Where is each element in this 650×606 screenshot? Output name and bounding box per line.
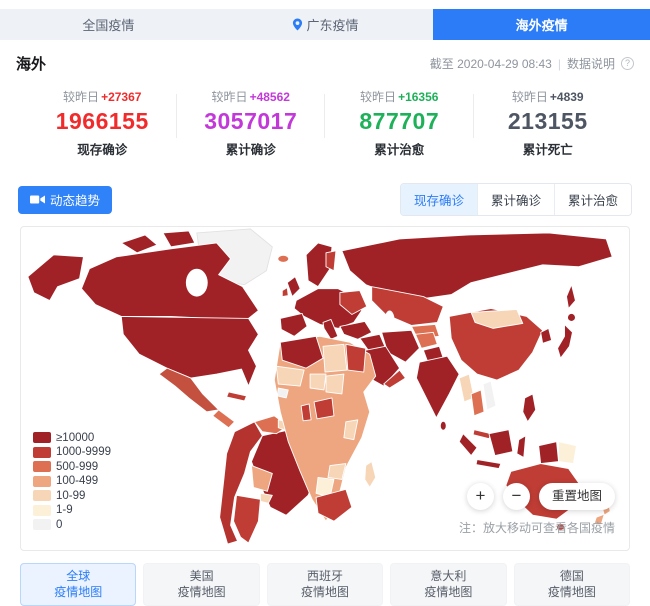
map-tab-line1: 全球 [21,568,135,584]
map-note: 注：放大移动可查看各国疫情 [459,519,615,536]
map-legend: ≥10000 1000-9999 500-999 100-499 10-99 1… [33,431,111,533]
map-tab-global[interactable]: 全球 疫情地图 [20,563,136,606]
stat-value: 3057017 [177,108,326,135]
meta-separator: | [558,57,561,71]
delta-value: +48562 [250,90,290,104]
map-tab-usa[interactable]: 美国 疫情地图 [143,563,259,606]
map-tab-line2: 疫情地图 [21,584,135,600]
stat-card-total-cured: 较昨日+16356 877707 累计治愈 [325,86,474,162]
map-tab-line1: 意大利 [391,568,505,584]
tab-guangdong[interactable]: 广东疫情 [217,9,434,40]
legend-swatch [33,461,51,472]
legend-swatch [33,490,51,501]
map-tab-italy[interactable]: 意大利 疫情地图 [390,563,506,606]
reset-map-button[interactable]: 重置地图 [539,483,615,510]
legend-swatch [33,447,51,458]
map-tab-line2: 疫情地图 [144,584,258,600]
map-tab-spain[interactable]: 西班牙 疫情地图 [267,563,383,606]
metric-tab-total-cured[interactable]: 累计治愈 [554,184,631,215]
map-tab-line1: 西班牙 [268,568,382,584]
map-controls: + − 重置地图 [467,483,615,510]
map-tab-line1: 美国 [144,568,258,584]
header-meta: 截至 2020-04-29 08:43 | 数据说明 ? [430,55,634,72]
legend-row: 1-9 [33,503,111,518]
world-map-panel: ≥10000 1000-9999 500-999 100-499 10-99 1… [20,226,630,551]
stat-card-total-deaths: 较昨日+4839 213155 累计死亡 [474,86,623,162]
metric-segmented-control: 现存确诊 累计确诊 累计治愈 [400,183,632,216]
map-tab-line2: 疫情地图 [391,584,505,600]
delta-prefix: 较昨日 [512,90,548,104]
header-row: 海外 截至 2020-04-29 08:43 | 数据说明 ? [0,53,650,74]
stat-value: 1966155 [28,108,177,135]
delta-prefix: 较昨日 [63,90,99,104]
legend-row: 10-99 [33,489,111,504]
legend-label: 1000-9999 [56,446,111,458]
stat-label: 累计死亡 [474,139,623,158]
delta-value: +16356 [398,90,438,104]
map-tab-germany[interactable]: 德国 疫情地图 [514,563,630,606]
map-tab-line1: 德国 [515,568,629,584]
legend-row: 500-999 [33,460,111,475]
toolbar: 动态趋势 现存确诊 累计确诊 累计治愈 [18,183,632,216]
dynamic-trend-button[interactable]: 动态趋势 [18,186,112,214]
stat-label: 现存确诊 [28,139,177,158]
legend-label: 1-9 [56,504,73,516]
legend-row: 0 [33,518,111,533]
page-title: 海外 [16,53,46,74]
legend-swatch [33,432,51,443]
tab-overseas[interactable]: 海外疫情 [433,9,650,40]
help-question-icon[interactable]: ? [621,57,634,70]
legend-swatch [33,505,51,516]
country-map-tabs: 全球 疫情地图 美国 疫情地图 西班牙 疫情地图 意大利 疫情地图 德国 疫情地… [20,563,630,606]
map-tab-line2: 疫情地图 [268,584,382,600]
video-camera-icon [30,194,45,205]
legend-label: 100-499 [56,475,98,487]
delta-value: +27367 [101,90,141,104]
tab-guangdong-label: 广东疫情 [307,15,359,34]
tab-overseas-label: 海外疫情 [516,15,568,34]
dynamic-trend-label: 动态趋势 [50,190,100,209]
top-tabbar: 全国疫情 广东疫情 海外疫情 [0,9,650,40]
legend-label: 500-999 [56,461,98,473]
legend-row: 100-499 [33,474,111,489]
location-pin-icon [292,18,303,31]
legend-label: 0 [56,519,62,531]
map-tab-line2: 疫情地图 [515,584,629,600]
legend-row: 1000-9999 [33,445,111,460]
stat-label: 累计确诊 [177,139,326,158]
metric-tab-total-confirmed[interactable]: 累计确诊 [477,184,554,215]
stat-value: 213155 [474,108,623,135]
legend-swatch [33,519,51,530]
legend-label: 10-99 [56,490,85,502]
stat-label: 累计治愈 [325,139,474,158]
tab-national[interactable]: 全国疫情 [0,9,217,40]
stats-row: 较昨日+27367 1966155 现存确诊 较昨日+48562 3057017… [28,86,622,162]
stat-card-existing-confirmed: 较昨日+27367 1966155 现存确诊 [28,86,177,162]
metric-tab-existing-confirmed[interactable]: 现存确诊 [401,184,477,215]
legend-swatch [33,476,51,487]
tab-national-label: 全国疫情 [82,15,134,34]
zoom-in-button[interactable]: + [467,483,494,510]
stat-card-total-confirmed: 较昨日+48562 3057017 累计确诊 [177,86,326,162]
delta-prefix: 较昨日 [212,90,248,104]
as-of-timestamp: 截至 2020-04-29 08:43 [430,55,552,72]
legend-row: ≥10000 [33,431,111,446]
delta-value: +4839 [550,90,584,104]
stat-value: 877707 [325,108,474,135]
zoom-out-button[interactable]: − [503,483,530,510]
delta-prefix: 较昨日 [360,90,396,104]
data-note-link[interactable]: 数据说明 [567,55,615,72]
legend-label: ≥10000 [56,432,94,444]
